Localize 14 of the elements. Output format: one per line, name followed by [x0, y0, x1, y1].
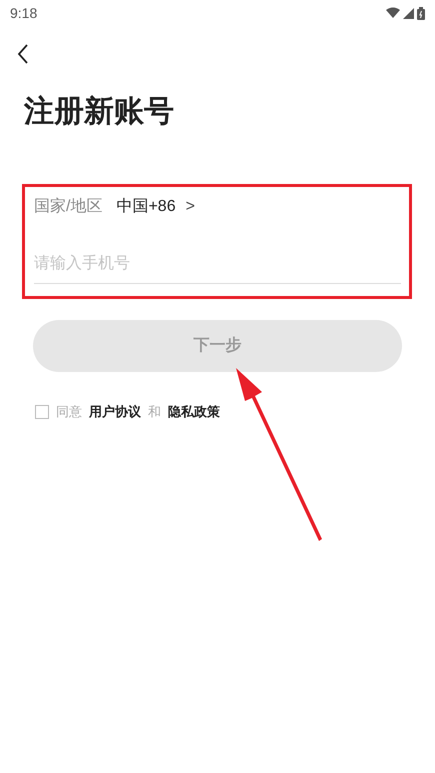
phone-input[interactable]: 请输入手机号: [34, 244, 401, 284]
agree-text: 同意: [56, 403, 82, 421]
privacy-policy-link[interactable]: 隐私政策: [168, 402, 220, 422]
wifi-icon: [386, 7, 400, 19]
region-label: 国家/地区: [34, 196, 102, 217]
battery-icon: [417, 6, 425, 20]
signal-icon: [403, 8, 414, 18]
page-title: 注册新账号: [24, 94, 174, 130]
agree-checkbox[interactable]: [35, 404, 49, 419]
back-icon: [17, 44, 29, 64]
status-time: 9:18: [10, 4, 38, 22]
user-agreement-link[interactable]: 用户协议: [89, 402, 141, 422]
and-text: 和: [148, 403, 161, 421]
region-selector[interactable]: 中国+86 >: [116, 195, 195, 219]
